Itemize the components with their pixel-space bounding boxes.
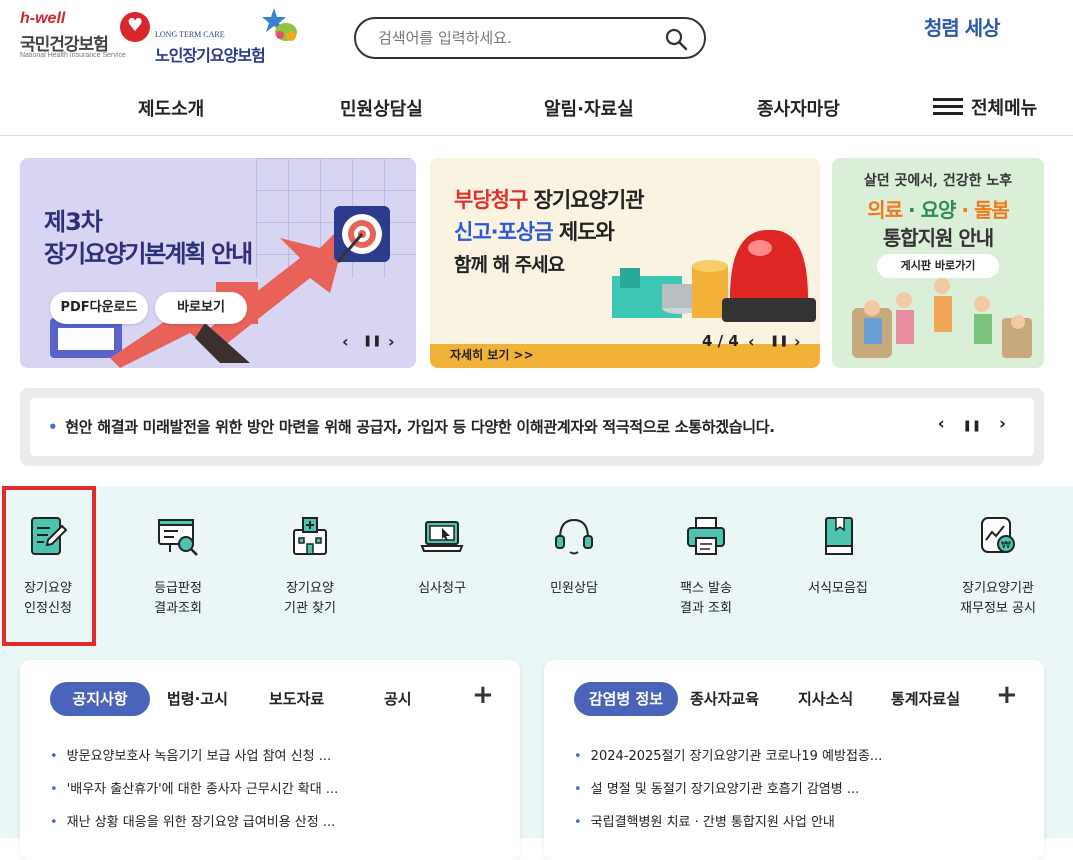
finance-chart-icon: ₩	[981, 517, 1015, 553]
tab-statistics[interactable]: 통계자료실	[891, 682, 960, 716]
siren-coins-illustration	[612, 229, 816, 322]
fax-printer-icon	[687, 517, 725, 555]
banner-fraud-report[interactable]: 부당청구 장기요양기관 신고·포상금 제도와 함께 해 주세요 자세히 보기 >…	[430, 158, 820, 368]
full-menu-label: 전체메뉴	[971, 98, 1038, 119]
banner-long-term-plan[interactable]: 제3차 장기요양기본계획 안내 PDF다운로드 바로보기 ‹ ❚❚ ›	[20, 158, 416, 368]
nav-item-notice[interactable]: 알림·자료실	[544, 95, 634, 121]
tab-press[interactable]: 보도자료	[269, 682, 324, 716]
nhis-logo[interactable]: h-well 국민건강보험 National Health Insurance …	[20, 10, 155, 62]
view-now-button[interactable]: 바로보기	[155, 292, 247, 324]
integrity-brand[interactable]: 청렴 세상	[924, 12, 1001, 41]
ltc-english-name: LONG TERM CARE	[155, 30, 225, 39]
star-emblem-icon	[262, 8, 297, 41]
nhis-subtitle: National Health Insurance Service	[20, 52, 126, 59]
list-item[interactable]: 재난 상황 대응을 위한 장기요양 급여비용 산정 ...	[50, 811, 336, 830]
pdf-download-button[interactable]: PDF다운로드	[50, 292, 148, 324]
list-item[interactable]: 방문요양보호사 녹음기기 보급 사업 참여 신청 ...	[50, 745, 331, 764]
tab-worker-training[interactable]: 종사자교육	[690, 682, 759, 716]
quick-link-review-request[interactable]: 심사청구	[377, 486, 507, 636]
banner1-pause-icon[interactable]: ❚❚	[363, 334, 381, 347]
more-plus-icon[interactable]: +	[996, 680, 1018, 710]
ltc-logo[interactable]: LONG TERM CARE 노인장기요양보험	[155, 8, 305, 65]
quick-link-label: 등급판정 결과조회	[154, 581, 202, 616]
nhis-brand-text: h-well	[20, 10, 66, 27]
list-item[interactable]: 설 명절 및 동절기 장기요양기관 호흡기 감염병 ...	[574, 778, 860, 797]
tab-notices[interactable]: 공지사항	[50, 682, 150, 716]
highlight-box	[2, 486, 96, 646]
ticker-pause-icon[interactable]: ❚❚	[963, 419, 981, 432]
tab-laws[interactable]: 법령·고시	[167, 682, 228, 716]
quick-link-forms[interactable]: 서식모음집	[773, 486, 903, 636]
heart-logo-icon	[120, 12, 150, 42]
quick-link-fax-result[interactable]: 팩스 발송 결과 조회	[641, 486, 771, 636]
ticker-prev-icon[interactable]: ‹	[938, 414, 945, 434]
quick-link-label: 심사청구	[418, 581, 466, 596]
quick-link-label: 장기요양 기관 찾기	[284, 581, 336, 616]
banner1-next-icon[interactable]: ›	[388, 332, 395, 351]
header: h-well 국민건강보험 National Health Insurance …	[0, 0, 1073, 80]
ltc-name: 노인장기요양보험	[155, 46, 266, 65]
quick-link-label: 민원상담	[550, 581, 598, 596]
ticker-controls: ‹ ❚❚ ›	[938, 414, 1006, 434]
board-notices: 공지사항 법령·고시 보도자료 공시 + 방문요양보호사 녹음기기 보급 사업 …	[20, 660, 520, 860]
tab-branch-news[interactable]: 지사소식	[798, 682, 853, 716]
banner2-next-icon[interactable]: ›	[794, 332, 801, 351]
monitor-search-icon	[158, 519, 198, 556]
banner2-pause-icon[interactable]: ❚❚	[770, 334, 788, 347]
tab-disclosure[interactable]: 공시	[384, 682, 412, 716]
main-nav: 제도소개 민원상담실 알림·자료실 종사자마당 전체메뉴	[0, 80, 1073, 136]
quick-link-civil-consult[interactable]: 민원상담	[509, 486, 639, 636]
banner2-prev-icon[interactable]: ‹	[748, 332, 755, 351]
more-details-link[interactable]: 자세히 보기 >>	[450, 346, 534, 363]
quick-link-find-facility[interactable]: 장기요양 기관 찾기	[245, 486, 375, 636]
growth-arrow-illustration	[50, 206, 390, 368]
nav-item-system[interactable]: 제도소개	[138, 95, 204, 121]
hospital-building-icon	[293, 517, 327, 555]
hamburger-icon	[933, 98, 963, 116]
ticker-text[interactable]: 현안 해결과 미래발전을 위한 방안 마련을 위해 공급자, 가입자 등 다양한…	[48, 416, 775, 437]
caregivers-illustration	[852, 278, 1032, 358]
search-input[interactable]	[378, 28, 648, 48]
quick-link-label: 서식모음집	[808, 581, 868, 596]
nav-item-civil[interactable]: 민원상담실	[340, 95, 423, 121]
list-item[interactable]: '배우자 출산휴가'에 대한 종사자 근무시간 확대 ...	[50, 778, 339, 797]
search-icon[interactable]	[664, 27, 688, 51]
list-item[interactable]: 2024-2025절기 장기요양기관 코로나19 예방접종...	[574, 745, 883, 764]
ticker-inner: 현안 해결과 미래발전을 위한 방안 마련을 위해 공급자, 가입자 등 다양한…	[30, 398, 1034, 456]
search-box[interactable]	[354, 17, 706, 59]
banner2-counter: 4 / 4	[702, 332, 739, 350]
banner-integrated-care[interactable]: 살던 곳에서, 건강한 노후 의료 · 요양 · 돌봄 통합지원 안내 게시판 …	[832, 158, 1044, 368]
tab-infection[interactable]: 감염병 정보	[574, 682, 678, 716]
quick-link-label: 팩스 발송 결과 조회	[680, 581, 732, 616]
ticker-next-icon[interactable]: ›	[999, 414, 1006, 434]
integrity-brand-text: 청렴 세상	[924, 16, 1001, 40]
quick-link-financial-disclosure[interactable]: ₩ 장기요양기관 재무정보 공시	[933, 486, 1063, 636]
quick-link-grade-result[interactable]: 등급판정 결과조회	[113, 486, 243, 636]
laptop-cursor-icon	[420, 521, 464, 552]
headset-icon	[555, 518, 593, 555]
full-menu-button[interactable]: 전체메뉴	[933, 94, 1037, 120]
more-plus-icon[interactable]: +	[472, 680, 494, 710]
list-item[interactable]: 국립결핵병원 치료 · 간병 통합지원 사업 안내	[574, 811, 835, 830]
nav-item-workers[interactable]: 종사자마당	[757, 95, 840, 121]
banner1-prev-icon[interactable]: ‹	[342, 332, 349, 351]
book-icon	[825, 517, 853, 555]
notice-ticker: 현안 해결과 미래발전을 위한 방안 마련을 위해 공급자, 가입자 등 다양한…	[20, 388, 1044, 466]
quick-link-label: 장기요양기관 재무정보 공시	[960, 581, 1036, 616]
board-infection: 감염병 정보 종사자교육 지사소식 통계자료실 + 2024-2025절기 장기…	[544, 660, 1044, 860]
svg-text:₩: ₩	[1001, 540, 1011, 551]
